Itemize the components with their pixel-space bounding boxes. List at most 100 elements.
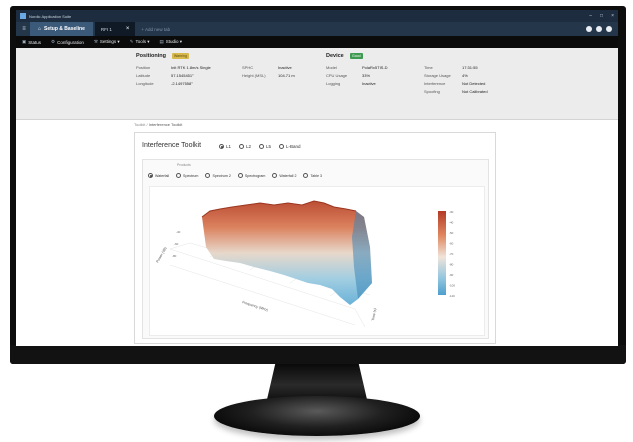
menu-studio[interactable]: ▤ Studio ▾ — [159, 39, 182, 45]
radio-selected-icon — [219, 144, 224, 149]
plot-axis-ticks: -40 -60 -80 — [172, 230, 181, 258]
colorbar-tick: -50 — [449, 231, 454, 235]
product-label: Spectrogram — [244, 173, 266, 178]
cpu-usage-value: 33% — [362, 73, 371, 78]
longitude-label: Longitude — [136, 81, 154, 86]
radio-icon — [272, 173, 278, 178]
settings-icon[interactable] — [586, 26, 592, 32]
window-controls: – □ × — [589, 13, 614, 19]
window-title: Nordic Application Suite — [29, 13, 72, 19]
colorbar-tick: -70 — [449, 252, 454, 256]
spoofing-value: Not Calibrated — [462, 89, 488, 94]
user-icon[interactable] — [596, 26, 602, 32]
sphc-value: Inactive — [278, 65, 292, 70]
menu-settings-label: Settings ▾ — [99, 39, 120, 44]
menu-configuration-label: Configuration — [57, 39, 84, 45]
breadcrumb: Toolkit / Interference Toolkit — [134, 122, 182, 127]
surface-top — [202, 201, 372, 305]
menu-bar: ▣ Status ⚙ Configuration ⚒ Settings ▾ ✎ Tool… — [16, 36, 618, 48]
band-l1-label: L1 — [226, 144, 232, 149]
radio-icon — [205, 173, 211, 178]
tab-setup-label: Setup & Baseline — [44, 26, 85, 32]
colorbar-tick: -90 — [449, 273, 454, 277]
band-radio-l5[interactable]: L5 — [259, 144, 271, 149]
products-label: Products — [177, 163, 191, 167]
radio-icon — [279, 144, 285, 149]
latitude-label: Latitude — [136, 73, 151, 78]
tab-rfi-label: RFI 1 — [100, 26, 112, 32]
product-label: Waterfall — [155, 173, 170, 178]
maximize-button[interactable]: □ — [600, 13, 603, 19]
monitor-chin — [10, 345, 626, 364]
positioning-title: Positioning — [136, 53, 166, 59]
status-icon: ▣ — [22, 39, 27, 44]
x-axis-label: Frequency (MHz) — [242, 300, 269, 312]
interference-label: Interference — [424, 81, 446, 86]
colorbar-tick: -40 — [449, 221, 454, 225]
menu-tools[interactable]: ✎ Tools ▾ — [130, 39, 150, 45]
time-value: 17:31:55 — [462, 65, 478, 70]
close-tab-icon[interactable]: × — [126, 26, 130, 32]
interference-value: Not Detected — [462, 81, 486, 86]
height-label: Height (MSL) — [242, 73, 266, 78]
tab-rfi[interactable]: RFI 1 × — [94, 22, 136, 36]
longitude-value: -2.1497558° — [171, 81, 193, 86]
hamburger-menu-icon[interactable]: ≡ — [18, 22, 30, 36]
colorbar-tick: -60 — [449, 242, 454, 246]
colorbar-ticks: -30 -40 -50 -60 -70 -80 -90 -100 -110 — [449, 210, 455, 298]
z-axis-label: Power (dB) — [155, 246, 167, 263]
add-tab-button[interactable]: + Add new tab — [135, 22, 176, 36]
breadcrumb-current: Interference Toolkit — [148, 122, 183, 127]
breadcrumb-parent[interactable]: Toolkit / — [134, 122, 149, 127]
screen: Nordic Application Suite – □ × ≡ ⌂ Setup… — [16, 10, 618, 346]
waterfall-3d-surface[interactable]: -40 -60 -80 Power (dB) Frequency (MHz) T… — [150, 187, 486, 337]
radio-selected-icon — [148, 173, 153, 178]
band-l5-label: L5 — [266, 144, 272, 149]
minimize-button[interactable]: – — [589, 13, 592, 19]
radio-icon — [176, 173, 182, 178]
close-window-button[interactable]: × — [611, 13, 614, 19]
colorbar-tick: -100 — [449, 284, 455, 288]
app-icon — [20, 13, 26, 19]
storage-usage-value: 4% — [462, 73, 468, 78]
monitor-stand-base — [214, 396, 420, 436]
spoofing-label: Spoofing — [424, 89, 440, 94]
colorbar-tick: -80 — [449, 263, 454, 267]
z-tick: -80 — [172, 254, 177, 258]
tab-setup-baseline[interactable]: ⌂ Setup & Baseline — [30, 22, 93, 36]
product-radio-spectrum[interactable]: Spectrum — [176, 173, 198, 178]
product-radio-spectrum-2[interactable]: Spectrum 2 — [205, 173, 231, 178]
help-icon[interactable] — [606, 26, 612, 32]
product-radio-table-3[interactable]: Table 3 — [303, 173, 322, 178]
product-radio-spectrogram[interactable]: Spectrogram — [237, 173, 266, 178]
band-radio-l2[interactable]: L2 — [239, 144, 251, 149]
product-radio-waterfall-2[interactable]: Waterfall 2 — [272, 173, 296, 178]
radio-icon — [239, 144, 245, 149]
position-label: Position — [136, 65, 151, 70]
colorbar — [438, 211, 446, 295]
radio-icon — [237, 173, 243, 178]
model-label: Model — [326, 65, 337, 70]
radio-icon — [303, 173, 309, 178]
z-tick: -40 — [176, 230, 181, 234]
menu-tools-label: Tools ▾ — [135, 39, 150, 44]
band-radio-l1[interactable]: L1 — [219, 144, 231, 149]
logging-value: Inactive — [362, 81, 376, 86]
menu-settings[interactable]: ⚒ Settings ▾ — [94, 39, 120, 45]
band-radio-lband[interactable]: L-Band — [279, 144, 301, 149]
product-radio-waterfall[interactable]: Waterfall — [148, 173, 169, 178]
radio-icon — [259, 144, 265, 149]
menu-configuration[interactable]: ⚙ Configuration — [51, 39, 84, 45]
waterfall-plot[interactable]: -40 -60 -80 Power (dB) Frequency (MHz) T… — [149, 186, 485, 336]
colorbar-tick: -110 — [449, 294, 455, 298]
gear-icon: ⚙ — [51, 39, 56, 44]
status-info-panel: Positioning Warning Position Latitude Lo… — [16, 48, 618, 120]
time-label: Time — [424, 65, 433, 70]
menu-status[interactable]: ▣ Status — [22, 39, 41, 45]
y-axis-label: Time (s) — [371, 308, 377, 321]
device-title: Device — [326, 53, 344, 59]
cpu-usage-label: CPU Usage — [326, 73, 348, 78]
product-selector: Waterfall Spectrum Spectrum 2 Spectrogra… — [148, 173, 322, 178]
position-value: Init RTK 1.8m/s Single — [171, 65, 211, 70]
product-label: Spectrum — [183, 173, 199, 178]
